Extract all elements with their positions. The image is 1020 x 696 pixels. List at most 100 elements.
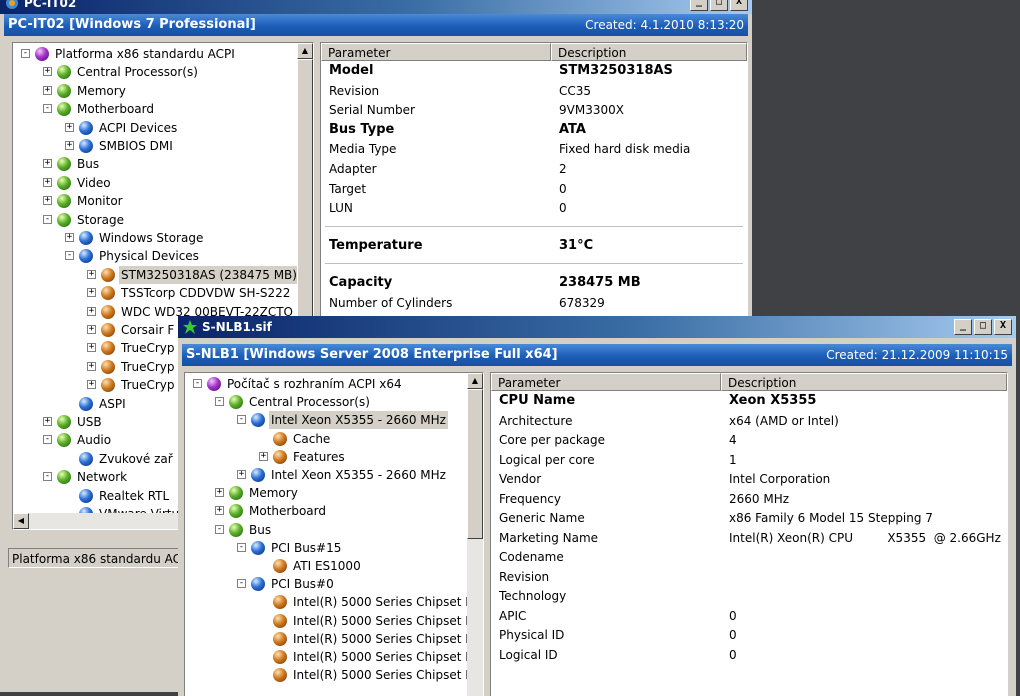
column-header-description[interactable]: Description	[721, 373, 1007, 391]
tree-node[interactable]: Intel(R) 5000 Series Chipset B(	[185, 666, 478, 684]
property-row[interactable]: Capacity 238475 MB	[321, 273, 747, 293]
property-row[interactable]: Model STM3250318AS	[321, 61, 747, 81]
expand-icon[interactable]: +	[43, 85, 52, 95]
property-row[interactable]: Logical ID 0	[491, 645, 1007, 665]
property-row[interactable]: CPU Name Xeon X5355	[491, 391, 1007, 411]
property-row[interactable]: Technology	[491, 586, 1007, 606]
property-row[interactable]: Temperature 31°C	[321, 236, 747, 256]
property-row[interactable]: APIC 0	[491, 606, 1007, 626]
property-row[interactable]: Bus Type ATA	[321, 120, 747, 140]
tree-node[interactable]: - Central Processor(s)	[185, 393, 467, 411]
tree-node[interactable]: + Features	[185, 448, 467, 466]
tree-node[interactable]: - Bus	[185, 521, 467, 539]
tree-node[interactable]: + STM3250318AS (238475 MB)	[13, 265, 299, 284]
expand-icon[interactable]: +	[65, 233, 74, 242]
property-row[interactable]: Revision	[491, 567, 1007, 587]
collapse-icon[interactable]: -	[237, 415, 246, 425]
tree-node[interactable]: + Monitor	[13, 192, 299, 210]
column-header-parameter[interactable]: Parameter	[491, 373, 721, 391]
tree-node[interactable]: + ACPI Devices	[13, 119, 299, 137]
expand-icon[interactable]: +	[43, 177, 52, 187]
tree-node[interactable]: Intel(R) 5000 Series Chipset P(	[185, 630, 477, 648]
close-button[interactable]: X	[730, 0, 748, 11]
property-row[interactable]: Revision CC35	[321, 81, 747, 101]
expand-icon[interactable]: +	[43, 159, 52, 169]
maximize-button[interactable]: □	[710, 0, 728, 11]
expand-icon[interactable]: +	[87, 380, 96, 390]
property-row[interactable]: Core per package 4	[491, 430, 1007, 450]
tree-node[interactable]: - Platforma x86 standardu ACPI	[13, 45, 299, 63]
expand-icon[interactable]: +	[43, 417, 52, 426]
window-s-nlb1[interactable]: S-NLB1.sif _ □ X S-NLB1 [Windows Server …	[178, 316, 1016, 696]
tree-node[interactable]: + Motherboard	[185, 502, 467, 520]
scroll-thumb[interactable]	[467, 389, 483, 539]
tree-node[interactable]: - Intel Xeon X5355 - 2660 MHz	[185, 411, 467, 430]
tree-node[interactable]: Intel(R) 5000 Series Chipset FE	[185, 593, 480, 611]
property-row[interactable]: Serial Number 9VM3300X	[321, 100, 747, 120]
collapse-icon[interactable]: -	[215, 397, 224, 407]
tree-node[interactable]: + Intel Xeon X5355 - 2660 MHz	[185, 466, 467, 484]
property-row[interactable]: Physical ID 0	[491, 625, 1007, 645]
expand-icon[interactable]: +	[43, 67, 52, 77]
property-row[interactable]: Marketing Name Intel(R) Xeon(R) CPU X5355…	[491, 528, 1007, 548]
expand-icon[interactable]: +	[259, 451, 268, 461]
tree-node[interactable]: - Motherboard	[13, 100, 299, 118]
collapse-icon[interactable]: -	[237, 579, 246, 589]
property-row[interactable]: Frequency 2660 MHz	[491, 489, 1007, 509]
property-row[interactable]: Number of Cylinders 678329	[321, 293, 747, 313]
tree-node[interactable]: + Central Processor(s)	[13, 63, 299, 81]
tree-node[interactable]: + SMBIOS DMI	[13, 137, 299, 155]
maximize-button[interactable]: □	[974, 319, 992, 335]
collapse-icon[interactable]: -	[215, 524, 224, 534]
property-row[interactable]: Adapter 2	[321, 159, 747, 179]
tree-node[interactable]: Cache	[185, 430, 467, 448]
property-row[interactable]: Target 0	[321, 179, 747, 199]
tree-node[interactable]: + Video	[13, 174, 299, 192]
collapse-icon[interactable]: -	[43, 104, 52, 114]
device-tree[interactable]: - Počítač s rozhraním ACPI x64- Central Pr…	[184, 372, 484, 696]
column-header-parameter[interactable]: Parameter	[321, 43, 551, 61]
property-row[interactable]: LUN 0	[321, 198, 747, 218]
window-titlebar[interactable]: PC-IT02 _ □ X	[0, 0, 752, 14]
properties-list[interactable]: Parameter Description Model STM3250318AS R…	[320, 42, 748, 342]
tree-node[interactable]: Intel(R) 5000 Series Chipset FE	[185, 648, 480, 666]
expand-icon[interactable]: +	[87, 343, 96, 353]
tree-node[interactable]: - Physical Devices	[13, 247, 299, 265]
property-row[interactable]: Logical per core 1	[491, 450, 1007, 470]
scroll-up-button[interactable]: ▲	[297, 43, 313, 59]
collapse-icon[interactable]: -	[43, 214, 52, 224]
expand-icon[interactable]: +	[87, 325, 96, 334]
tree-node[interactable]: - Počítač s rozhraním ACPI x64	[185, 375, 467, 393]
collapse-icon[interactable]: -	[237, 542, 246, 552]
expand-icon[interactable]: +	[87, 288, 96, 298]
column-header-description[interactable]: Description	[551, 43, 747, 61]
tree-node[interactable]: + Bus	[13, 155, 299, 173]
tree-node[interactable]: ATI ES1000	[185, 557, 467, 575]
tree-node[interactable]: Intel(R) 5000 Series Chipset P(	[185, 612, 477, 630]
tree-node[interactable]: + Windows Storage	[13, 229, 299, 247]
property-row[interactable]: Vendor Intel Corporation	[491, 469, 1007, 489]
expand-icon[interactable]: +	[215, 506, 224, 516]
window-titlebar[interactable]: S-NLB1.sif _ □ X	[178, 316, 1016, 338]
property-row[interactable]: Media Type Fixed hard disk media	[321, 139, 747, 159]
expand-icon[interactable]: +	[43, 196, 52, 206]
collapse-icon[interactable]: -	[193, 379, 202, 388]
tree-node[interactable]: - Storage	[13, 211, 299, 229]
collapse-icon[interactable]: -	[65, 251, 74, 261]
tree-node[interactable]: - PCI Bus#0	[185, 575, 467, 593]
expand-icon[interactable]: +	[237, 470, 246, 479]
property-row[interactable]: Architecture x64 (AMD or Intel)	[491, 411, 1007, 431]
collapse-icon[interactable]: -	[43, 435, 52, 445]
expand-icon[interactable]: +	[87, 306, 96, 316]
collapse-icon[interactable]: -	[43, 472, 52, 482]
expand-icon[interactable]: +	[215, 488, 224, 498]
tree-node[interactable]: - PCI Bus#15	[185, 539, 467, 557]
expand-icon[interactable]: +	[87, 361, 96, 371]
minimize-button[interactable]: _	[690, 0, 708, 11]
expand-icon[interactable]: +	[65, 122, 74, 132]
property-row[interactable]: Generic Name x86 Family 6 Model 15 Steppi…	[491, 508, 1007, 528]
scroll-left-button[interactable]: ◀	[13, 513, 29, 529]
expand-icon[interactable]: +	[65, 141, 74, 150]
properties-list[interactable]: Parameter Description CPU Name Xeon X5355…	[490, 372, 1008, 696]
tree-scrollbar[interactable]: ▲	[467, 373, 483, 696]
